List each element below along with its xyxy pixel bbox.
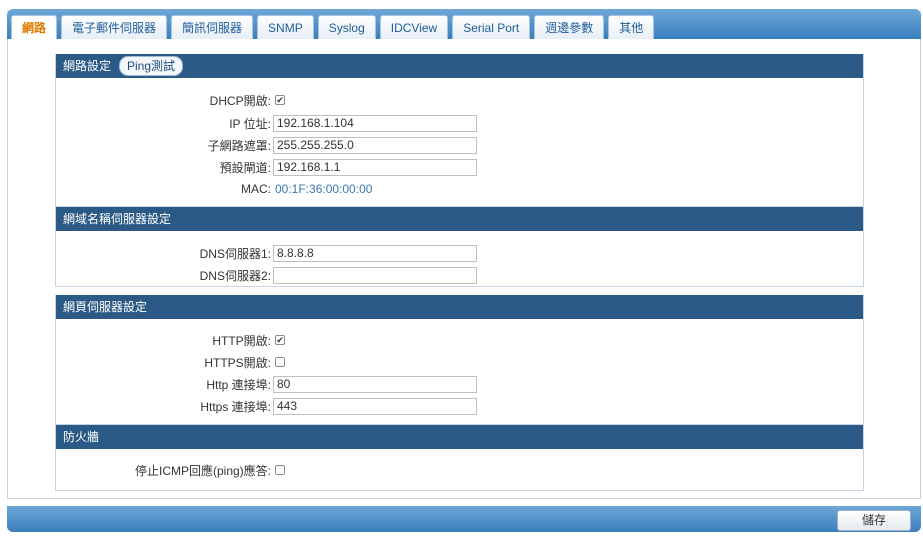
dns1-label: DNS伺服器1:	[199, 246, 271, 261]
mac-value: 00:1F:36:00:00:00	[275, 182, 373, 196]
tab-peripheral-params[interactable]: 週邊參數	[534, 15, 605, 39]
https-enable-label: HTTPS開啟:	[204, 355, 271, 370]
https-port-input[interactable]	[273, 397, 477, 415]
bottom-bar: 儲存	[7, 506, 921, 532]
ip-address-input[interactable]	[273, 114, 477, 132]
dhcp-checkbox[interactable]: ✔	[275, 95, 285, 105]
dns2-input[interactable]	[273, 266, 477, 284]
firewall-section-header: 防火牆	[56, 425, 863, 449]
dns-section-title: 網域名稱伺服器設定	[63, 212, 172, 226]
ping-test-button[interactable]: Ping測試	[119, 56, 184, 76]
network-section-header: 網路設定 Ping測試	[56, 54, 863, 78]
web-server-section-title: 網頁伺服器設定	[63, 300, 148, 314]
subnet-mask-label: 子網路遮罩:	[207, 138, 271, 153]
dhcp-label: DHCP開啟:	[209, 93, 271, 108]
gateway-label: 預設閘道:	[219, 160, 271, 175]
mac-label: MAC:	[241, 182, 271, 196]
tab-syslog[interactable]: Syslog	[317, 15, 376, 39]
content-panel: 網路設定 Ping測試 DHCP開啟: ✔ IP 位址: 子網路遮罩: 預設閘道…	[7, 39, 921, 499]
web-server-section-header: 網頁伺服器設定	[56, 295, 863, 319]
https-port-label: Https 連接埠:	[200, 399, 271, 414]
ip-label: IP 位址:	[229, 116, 271, 131]
tab-serial-port[interactable]: Serial Port	[452, 15, 531, 39]
dns2-label: DNS伺服器2:	[199, 268, 271, 283]
network-section-title: 網路設定	[63, 59, 112, 73]
subnet-mask-input[interactable]	[273, 136, 477, 154]
network-section: 網路設定 Ping測試 DHCP開啟: ✔ IP 位址: 子網路遮罩: 預設閘道…	[55, 54, 864, 207]
tab-email-server[interactable]: 電子郵件伺服器	[61, 15, 168, 39]
http-enable-checkbox[interactable]: ✔	[275, 335, 285, 345]
https-enable-checkbox[interactable]	[275, 357, 285, 367]
tab-idcview[interactable]: IDCView	[379, 15, 449, 39]
firewall-section-title: 防火牆	[63, 430, 100, 444]
icmp-label: 停止ICMP回應(ping)應答:	[134, 463, 271, 478]
web-server-section: 網頁伺服器設定 HTTP開啟: ✔ HTTPS開啟: Http 連接埠: Htt…	[55, 295, 864, 425]
dns-section-header: 網域名稱伺服器設定	[56, 207, 863, 231]
dns-section: 網域名稱伺服器設定 DNS伺服器1: DNS伺服器2:	[55, 207, 864, 287]
http-port-label: Http 連接埠:	[206, 377, 271, 392]
tab-network[interactable]: 網路	[11, 15, 58, 40]
icmp-block-checkbox[interactable]	[275, 465, 285, 475]
http-enable-label: HTTP開啟:	[212, 333, 271, 348]
tab-other[interactable]: 其他	[608, 15, 655, 39]
firewall-section: 防火牆 停止ICMP回應(ping)應答:	[55, 425, 864, 491]
dns1-input[interactable]	[273, 244, 477, 262]
save-button[interactable]: 儲存	[837, 510, 911, 531]
gateway-input[interactable]	[273, 158, 477, 176]
tab-snmp[interactable]: SNMP	[257, 15, 314, 39]
tab-sms-server[interactable]: 簡訊伺服器	[171, 15, 254, 39]
http-port-input[interactable]	[273, 375, 477, 393]
tab-list: 網路 電子郵件伺服器 簡訊伺服器 SNMP Syslog IDCView Ser…	[11, 15, 658, 40]
